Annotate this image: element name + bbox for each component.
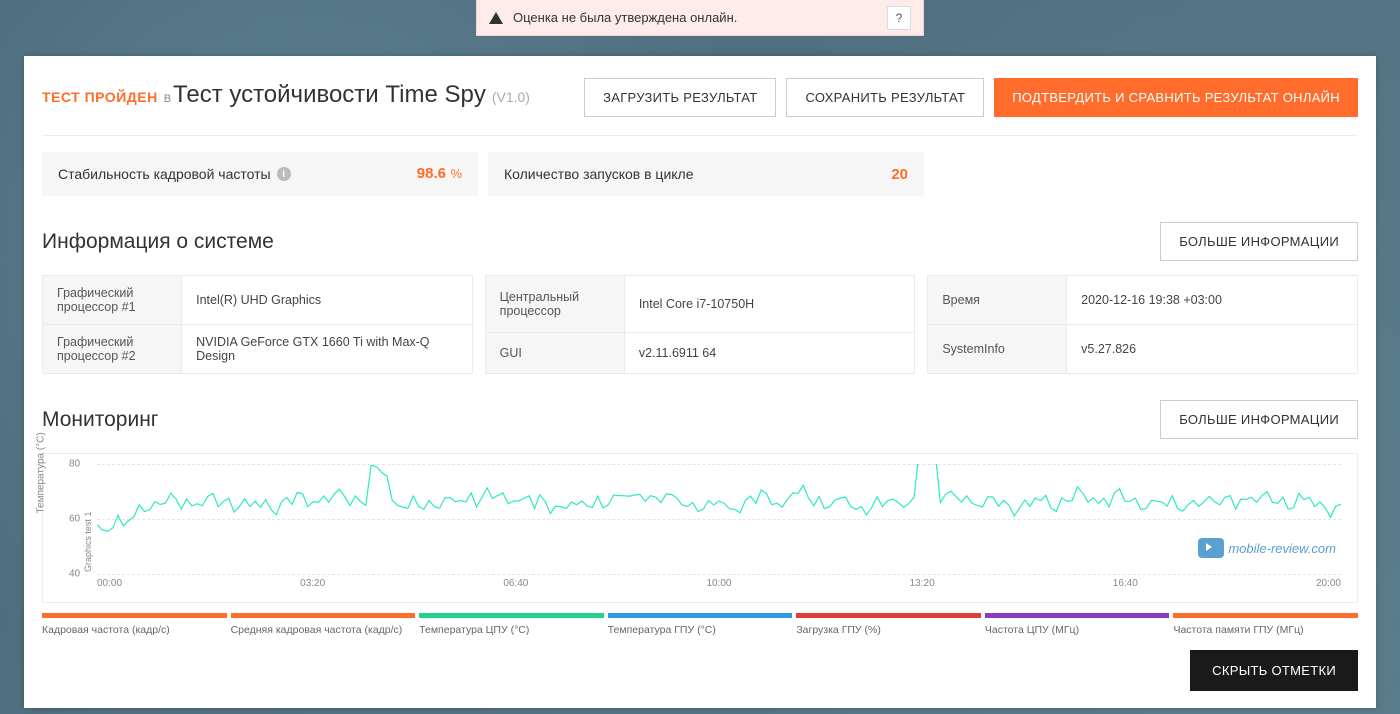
- stat-loops-value: 20: [891, 166, 908, 183]
- cpu-val: Intel Core i7-10750H: [624, 276, 915, 333]
- legend-item[interactable]: Температура ЦПУ (°C): [419, 613, 604, 636]
- gui-key: GUI: [485, 333, 624, 374]
- legend-color-bar: [42, 613, 227, 618]
- sysinfo-more-button[interactable]: БОЛЬШЕ ИНФОРМАЦИИ: [1160, 222, 1358, 261]
- sysinfo-tables: Графический процессор #1 Intel(R) UHD Gr…: [42, 275, 1358, 374]
- test-passed-label: ТЕСТ ПРОЙДЕН: [42, 89, 158, 105]
- stat-stability-label-text: Стабильность кадровой частоты: [58, 165, 271, 183]
- x-ticks: 00:00 03:20 06:40 10:00 13:20 16:40 20:00: [97, 578, 1341, 589]
- legend-label: Средняя кадровая частота (кадр/с): [231, 624, 416, 636]
- table-row: GUI v2.11.6911 64: [485, 333, 915, 374]
- table-row: Время 2020-12-16 19:38 +03:00: [928, 276, 1358, 325]
- main-panel: ТЕСТ ПРОЙДЕН В Тест устойчивости Time Sp…: [24, 56, 1376, 708]
- time-val: 2020-12-16 19:38 +03:00: [1067, 276, 1358, 325]
- alert-bar: Оценка не была утверждена онлайн. ?: [476, 0, 924, 36]
- sysinfo-header: Информация о системе БОЛЬШЕ ИНФОРМАЦИИ: [42, 222, 1358, 261]
- y-tick: 40: [69, 569, 80, 580]
- legend-color-bar: [985, 613, 1170, 618]
- watermark-text: mobile-review.com: [1228, 541, 1336, 556]
- monitoring-header: Мониторинг БОЛЬШЕ ИНФОРМАЦИИ: [42, 400, 1358, 439]
- x-tick: 20:00: [1316, 578, 1341, 589]
- stat-stability: Стабильность кадровой частоты i 98.6 %: [42, 152, 478, 196]
- legend-label: Частота ЦПУ (МГц): [985, 624, 1170, 636]
- table-row: Графический процессор #1 Intel(R) UHD Gr…: [43, 276, 473, 325]
- x-tick: 06:40: [503, 578, 528, 589]
- legend-label: Загрузка ГПУ (%): [796, 624, 981, 636]
- stat-stability-value: 98.6: [417, 165, 446, 182]
- load-result-button[interactable]: ЗАГРУЗИТЬ РЕЗУЛЬТАТ: [584, 78, 776, 117]
- watermark-icon: [1198, 538, 1224, 558]
- legend-row: Кадровая частота (кадр/с) Средняя кадрова…: [42, 613, 1358, 636]
- info-icon[interactable]: i: [277, 167, 291, 181]
- si-key: SystemInfo: [928, 325, 1067, 374]
- legend-color-bar: [796, 613, 981, 618]
- legend-item[interactable]: Частота памяти ГПУ (МГц): [1173, 613, 1358, 636]
- legend-color-bar: [419, 613, 604, 618]
- gui-val: v2.11.6911 64: [624, 333, 915, 374]
- x-tick: 00:00: [97, 578, 122, 589]
- warning-icon: [489, 12, 503, 24]
- stat-loops: Количество запусков в цикле 20: [488, 152, 924, 196]
- stat-loops-label: Количество запусков в цикле: [504, 165, 694, 183]
- x-tick: 13:20: [910, 578, 935, 589]
- footer-row: СКРЫТЬ ОТМЕТКИ: [42, 650, 1358, 691]
- legend-label: Температура ГПУ (°C): [608, 624, 793, 636]
- sysinfo-table-cpu: Центральный процессор Intel Core i7-1075…: [485, 275, 916, 374]
- legend-color-bar: [1173, 613, 1358, 618]
- cpu-key: Центральный процессор: [485, 276, 624, 333]
- legend-label: Температура ЦПУ (°C): [419, 624, 604, 636]
- stat-stability-value-wrap: 98.6 %: [417, 165, 462, 183]
- header-row: ТЕСТ ПРОЙДЕН В Тест устойчивости Time Sp…: [42, 78, 1358, 136]
- x-tick: 03:20: [300, 578, 325, 589]
- gpu2-val: NVIDIA GeForce GTX 1660 Ti with Max-Q De…: [182, 325, 473, 374]
- sysinfo-title: Информация о системе: [42, 230, 274, 254]
- stat-stability-unit: %: [450, 166, 462, 181]
- y-tick: 60: [69, 514, 80, 525]
- table-row: SystemInfo v5.27.826: [928, 325, 1358, 374]
- title-block: ТЕСТ ПРОЙДЕН В Тест устойчивости Time Sp…: [42, 81, 530, 109]
- stat-stability-label: Стабильность кадровой частоты i: [58, 165, 291, 183]
- sysinfo-table-gpu: Графический процессор #1 Intel(R) UHD Gr…: [42, 275, 473, 374]
- legend-item[interactable]: Средняя кадровая частота (кадр/с): [231, 613, 416, 636]
- watermark: mobile-review.com: [1198, 538, 1336, 558]
- legend-item[interactable]: Кадровая частота (кадр/с): [42, 613, 227, 636]
- hide-markers-button[interactable]: СКРЫТЬ ОТМЕТКИ: [1190, 650, 1358, 691]
- si-val: v5.27.826: [1067, 325, 1358, 374]
- gpu1-key: Графический процессор #1: [43, 276, 182, 325]
- legend-item[interactable]: Загрузка ГПУ (%): [796, 613, 981, 636]
- table-row: Центральный процессор Intel Core i7-1075…: [485, 276, 915, 333]
- stats-row: Стабильность кадровой частоты i 98.6 % К…: [42, 152, 1358, 196]
- legend-item[interactable]: Частота ЦПУ (МГц): [985, 613, 1170, 636]
- chart-area: Температура (°C) Graphics test 1 406080 …: [42, 453, 1358, 603]
- chart-line: [97, 464, 1341, 574]
- save-result-button[interactable]: СОХРАНИТЬ РЕЗУЛЬТАТ: [786, 78, 984, 117]
- x-tick: 10:00: [706, 578, 731, 589]
- legend-label: Кадровая частота (кадр/с): [42, 624, 227, 636]
- gpu1-val: Intel(R) UHD Graphics: [182, 276, 473, 325]
- alert-text: Оценка не была утверждена онлайн.: [513, 10, 877, 25]
- gpu2-key: Графический процессор #2: [43, 325, 182, 374]
- y-axis-label: Температура (°C): [36, 432, 47, 513]
- chart-inner: 406080: [97, 464, 1341, 574]
- legend-item[interactable]: Температура ГПУ (°C): [608, 613, 793, 636]
- table-row: Графический процессор #2 NVIDIA GeForce …: [43, 325, 473, 374]
- monitoring-title: Мониторинг: [42, 408, 158, 432]
- run-label: Graphics test 1: [83, 512, 93, 573]
- y-tick: 80: [69, 459, 80, 470]
- alert-help-button[interactable]: ?: [887, 6, 911, 30]
- time-key: Время: [928, 276, 1067, 325]
- legend-color-bar: [608, 613, 793, 618]
- sysinfo-table-meta: Время 2020-12-16 19:38 +03:00 SystemInfo…: [927, 275, 1358, 374]
- compare-online-button[interactable]: ПОДТВЕРДИТЬ И СРАВНИТЬ РЕЗУЛЬТАТ ОНЛАЙН: [994, 78, 1358, 117]
- x-tick: 16:40: [1113, 578, 1138, 589]
- test-version: (V1.0): [492, 89, 530, 105]
- monitoring-more-button[interactable]: БОЛЬШЕ ИНФОРМАЦИИ: [1160, 400, 1358, 439]
- test-passed-in: В: [164, 93, 171, 105]
- header-buttons: ЗАГРУЗИТЬ РЕЗУЛЬТАТ СОХРАНИТЬ РЕЗУЛЬТАТ …: [584, 78, 1358, 117]
- test-name: Тест устойчивости Time Spy: [173, 81, 486, 109]
- legend-label: Частота памяти ГПУ (МГц): [1173, 624, 1358, 636]
- legend-color-bar: [231, 613, 416, 618]
